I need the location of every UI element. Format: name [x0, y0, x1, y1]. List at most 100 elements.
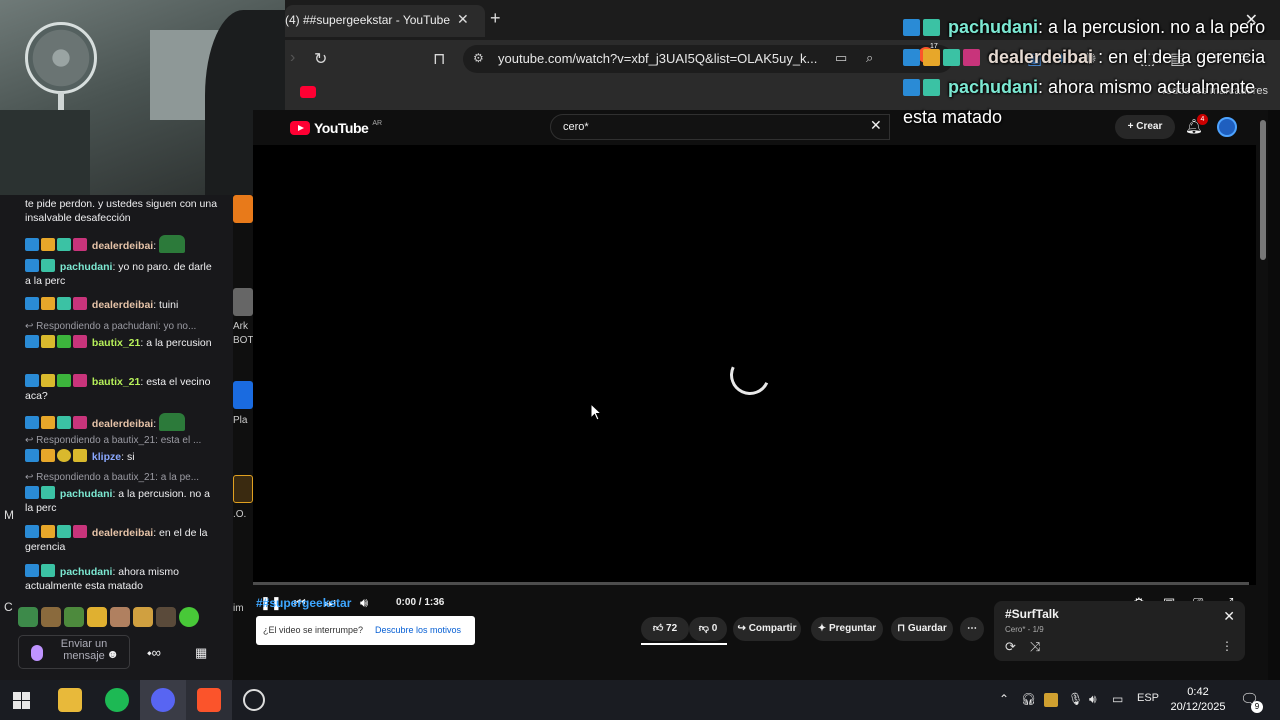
microphone-icon[interactable]: 🎙︎ [1068, 692, 1083, 706]
emote-icon[interactable] [41, 607, 61, 627]
share-button[interactable]: ↪ Compartir [733, 617, 801, 641]
emote-icon[interactable] [110, 607, 130, 627]
moderator-badge-icon [25, 525, 39, 538]
reload-icon[interactable]: ↻ [314, 49, 327, 69]
save-button[interactable]: ⊓ Guardar [891, 617, 953, 641]
chat-username[interactable]: bautix_21 [92, 337, 140, 349]
search-input[interactable]: cero* [550, 114, 890, 140]
crown-badge-icon [41, 416, 55, 429]
like-button[interactable]: 👍︎ 72 [641, 617, 689, 641]
overlay-username: pachudani [948, 77, 1039, 97]
start-icon[interactable] [13, 692, 30, 709]
thumbnail [233, 381, 253, 409]
chat-username[interactable]: pachudani [60, 261, 113, 273]
store-icon[interactable]: ▦ [195, 645, 207, 661]
network-icon[interactable]: ▭ [1112, 692, 1123, 706]
youtube-bookmark-icon[interactable] [300, 86, 316, 98]
tab-close-icon[interactable]: ✕ [457, 11, 469, 28]
emote-icon[interactable] [133, 607, 153, 627]
site-settings-icon[interactable]: ⚙ [473, 51, 484, 65]
chat-message: pachudani: yo no paro. de darle a la per… [25, 259, 220, 288]
chat-username[interactable]: dealerdeibai [92, 418, 153, 430]
browser-tab-active[interactable]: (4) ##supergeekstar - YouTube ✕ [285, 5, 485, 37]
search-query: cero* [563, 121, 589, 133]
coin-badge-icon [57, 449, 71, 462]
chat-input[interactable]: Enviar un mensaje ☻ [18, 635, 130, 669]
crown-badge-icon [41, 238, 55, 251]
cast-icon[interactable]: ▭ [835, 50, 847, 66]
chat-username[interactable]: dealerdeibai [92, 240, 153, 252]
file-explorer-icon[interactable] [58, 688, 82, 712]
interruption-question: ¿El video se interrumpe? [263, 625, 364, 635]
interruption-link[interactable]: Descubre los motivos [375, 625, 461, 635]
emote-icon[interactable] [179, 607, 199, 627]
microphone-icon[interactable] [31, 645, 43, 661]
shuffle-icon[interactable]: ⤨ [1030, 639, 1040, 655]
bookmark-icon[interactable]: ⊓ [433, 49, 445, 69]
dislike-count: 0 [711, 623, 718, 634]
chat-username[interactable]: dealerdeibai [92, 299, 153, 311]
discord-icon[interactable] [151, 688, 175, 712]
bits-badge-icon [73, 449, 87, 462]
custom-badge-icon [963, 49, 980, 66]
emote-icon[interactable] [87, 607, 107, 627]
reply-text: Respondiendo a pachudani: yo no... [36, 321, 197, 332]
dislike-button[interactable]: 👎︎ 0 [689, 617, 727, 641]
loop-icon[interactable]: ⟳ [1005, 639, 1016, 655]
taskbar: ⌃ 🎧︎ 🎙︎ 🔊︎ ▭ ESP 0:42 20/12/2025 🗨︎ 9 [0, 680, 1280, 720]
ask-button[interactable]: ✦ Preguntar [811, 617, 883, 641]
moderator-badge-icon [25, 374, 39, 387]
moderator-badge-icon [25, 238, 39, 251]
zoom-icon[interactable]: ⌕ [866, 50, 873, 66]
chat-username[interactable]: pachudani [60, 566, 113, 578]
chat-message: dealerdeibai: tuini [25, 297, 220, 312]
headset-icon[interactable]: 🎧︎ [1021, 692, 1036, 706]
chat-reply-context[interactable]: ↩ Respondiendo a bautix_21: esta el ... [25, 435, 215, 446]
strip-label: Ark [233, 321, 248, 332]
obs-icon[interactable] [243, 689, 265, 711]
chat-username[interactable]: dealerdeibai [92, 527, 153, 539]
moderator-badge-icon [25, 486, 39, 499]
playlist-position: Cero* - 1/9 [1005, 625, 1044, 634]
moderator-badge-icon [903, 79, 920, 96]
spotify-icon[interactable] [105, 688, 129, 712]
clear-search-icon[interactable]: ✕ [870, 117, 882, 134]
tray-app-icon[interactable] [1044, 693, 1058, 707]
moderator-badge-icon [25, 259, 39, 272]
emote-icon[interactable] [18, 607, 38, 627]
chat-username[interactable]: bautix_21 [92, 376, 140, 388]
more-icon[interactable]: ⋮ [1221, 639, 1233, 653]
video-player[interactable]: ❚❚ ⏮︎ ⏭︎ 🔊︎ 0:00 / 1:36 ▭ ⚙ ▣ ⎚ ⤢ [253, 145, 1256, 610]
url-text: youtube.com/watch?v=xbf_j3UAI5Q&list=OLA… [498, 51, 818, 66]
clock[interactable]: 0:42 20/12/2025 [1168, 685, 1228, 715]
youtube-logo[interactable]: YouTube AR [290, 120, 382, 136]
more-actions-button[interactable]: ⋯ [960, 617, 984, 641]
gift-badge-icon [57, 374, 71, 387]
emote-icon[interactable] [156, 607, 176, 627]
page-scrollbar[interactable] [1260, 120, 1266, 260]
chat-username[interactable]: pachudani [60, 488, 113, 500]
chat-message: bautix_21: esta el vecino aca? [25, 374, 220, 403]
video-title[interactable]: ##supergeekstar [256, 596, 351, 610]
chat-reply-context[interactable]: ↩ Respondiendo a bautix_21: a la pe... [25, 472, 215, 483]
reply-text: Respondiendo a bautix_21: a la pe... [36, 472, 200, 483]
bits-icon[interactable]: ⬩∞ [147, 645, 161, 661]
emoji-icon[interactable]: ☻ [106, 647, 119, 661]
close-icon[interactable]: ✕ [1223, 608, 1235, 625]
playlist-panel[interactable]: #SurfTalk Cero* - 1/9 ✕ ⟳ ⤨ ⋮ [994, 601, 1245, 661]
chat-message: te pide perdon. y ustedes siguen con una… [25, 197, 220, 225]
address-bar[interactable]: ⚙ youtube.com/watch?v=xbf_j3UAI5Q&list=O… [463, 43, 953, 73]
new-tab-icon[interactable]: + [490, 9, 501, 27]
chat-username[interactable]: klipze [92, 451, 121, 463]
chat-message-text: : [153, 418, 157, 430]
chat-reply-context[interactable]: ↩ Respondiendo a pachudani: yo no... [25, 321, 215, 332]
brave-icon[interactable] [197, 688, 221, 712]
strip-label: .O. [233, 509, 247, 520]
emote-icon[interactable] [64, 607, 84, 627]
speaker-icon[interactable]: 🔊︎ [1089, 692, 1097, 707]
like-selected-indicator [641, 643, 727, 645]
forward-icon[interactable]: › [290, 49, 295, 67]
overlay-text: : en el de la gerencia [1093, 47, 1266, 67]
show-hidden-icons-icon[interactable]: ⌃ [999, 692, 1009, 706]
language-indicator[interactable]: ESP [1137, 692, 1159, 704]
